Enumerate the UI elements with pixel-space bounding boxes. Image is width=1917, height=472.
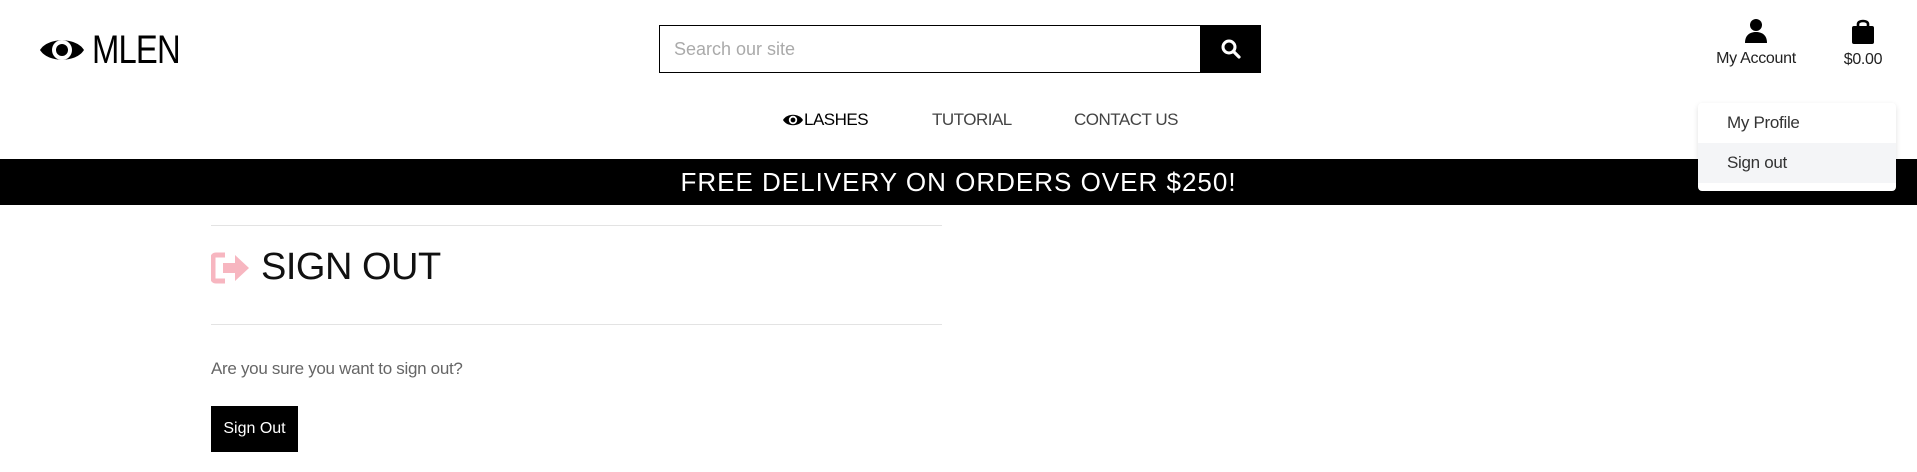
delivery-banner: FREE DELIVERY ON ORDERS OVER $250! xyxy=(0,159,1917,205)
cart-total: $0.00 xyxy=(1843,51,1883,68)
account-dropdown: My Profile Sign out xyxy=(1698,103,1896,191)
search-form xyxy=(659,25,1261,73)
nav-item-label: LASHES xyxy=(804,110,869,129)
page-title-text: SIGN OUT xyxy=(261,246,441,288)
sign-out-question: Are you sure you want to sign out? xyxy=(211,359,463,378)
my-account-label: My Account xyxy=(1716,50,1796,67)
nav-item-lashes[interactable]: LASHES xyxy=(782,110,869,130)
main-nav: LASHES TUTORIAL CONTACT US xyxy=(0,110,1917,140)
eye-icon xyxy=(40,40,84,60)
cart-link[interactable]: $0.00 xyxy=(1840,18,1886,69)
page-title: SIGN OUT xyxy=(211,246,441,289)
brand-logo[interactable]: MLEN xyxy=(38,26,199,74)
divider xyxy=(211,225,942,226)
search-button[interactable] xyxy=(1200,25,1261,73)
search-input[interactable] xyxy=(659,25,1200,73)
sign-out-arrow-icon xyxy=(211,252,249,283)
user-icon xyxy=(1745,19,1767,43)
sign-out-button[interactable]: Sign Out xyxy=(211,406,298,452)
divider xyxy=(211,324,942,325)
dropdown-item-my-profile[interactable]: My Profile xyxy=(1698,103,1896,143)
nav-item-tutorial[interactable]: TUTORIAL xyxy=(932,110,1012,130)
brand-name: MLEN xyxy=(92,27,181,72)
dropdown-item-sign-out[interactable]: Sign out xyxy=(1698,143,1896,183)
eye-icon xyxy=(783,114,803,126)
shopping-bag-icon xyxy=(1852,19,1874,44)
nav-item-label: CONTACT US xyxy=(1074,110,1178,129)
my-account-link[interactable]: My Account xyxy=(1716,18,1796,68)
search-icon xyxy=(1221,39,1241,59)
nav-item-label: TUTORIAL xyxy=(932,110,1012,129)
nav-item-contact-us[interactable]: CONTACT US xyxy=(1074,110,1178,130)
